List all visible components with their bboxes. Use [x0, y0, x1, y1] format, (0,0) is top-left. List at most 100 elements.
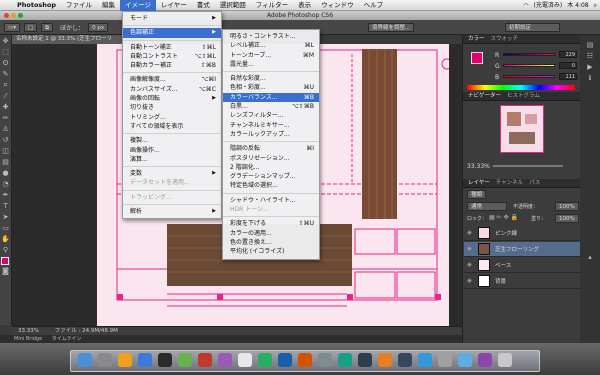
- channel-b-value[interactable]: 111: [559, 73, 577, 80]
- menu-1[interactable]: 編集: [97, 0, 120, 11]
- minimize-window-icon[interactable]: [11, 13, 16, 18]
- blend-mode-select[interactable]: 通常: [467, 202, 507, 211]
- shape-tool-icon[interactable]: ▭: [1, 224, 10, 233]
- image-menu-item[interactable]: モード ▶: [123, 14, 221, 23]
- tab-color[interactable]: カラー: [468, 35, 485, 43]
- menu-6[interactable]: フィルター: [251, 0, 293, 11]
- image-menu-item[interactable]: 変数 ▶: [123, 169, 221, 178]
- layer-row[interactable]: ◉ ピンク線: [464, 226, 580, 241]
- image-menu-item[interactable]: 複製...: [123, 136, 221, 145]
- tab-swatches[interactable]: スウォッチ: [491, 35, 519, 43]
- new-selection-icon[interactable]: ▢: [23, 22, 38, 32]
- quick-select-tool-icon[interactable]: ✎: [1, 70, 10, 79]
- menu-0[interactable]: ファイル: [61, 0, 97, 11]
- fg-bg-color-swatch[interactable]: [471, 52, 483, 64]
- image-menu-item[interactable]: カンバスサイズ... ⌥⌘C: [123, 85, 221, 94]
- adjust-menu-item[interactable]: グラデーションマップ...: [223, 172, 319, 181]
- stamp-tool-icon[interactable]: ♙: [1, 125, 10, 134]
- healing-brush-icon[interactable]: ✚: [1, 103, 10, 112]
- image-menu-item[interactable]: 画像操作...: [123, 146, 221, 155]
- tab-channels[interactable]: チャンネル: [496, 179, 523, 187]
- actions-panel-icon[interactable]: ▶: [586, 63, 595, 72]
- dock-app-icon[interactable]: [158, 353, 172, 367]
- channel-b-slider[interactable]: [503, 75, 555, 78]
- channel-r-value[interactable]: 229: [559, 51, 577, 58]
- image-menu-item[interactable]: 演算...: [123, 155, 221, 164]
- navigator-zoom-slider[interactable]: [493, 165, 563, 167]
- tab-navigator[interactable]: ナビゲーター: [468, 92, 501, 100]
- spotlight-search-icon[interactable]: ⌕: [594, 0, 597, 11]
- lasso-tool-icon[interactable]: ʘ: [1, 59, 10, 68]
- visibility-eye-icon[interactable]: ◉: [464, 230, 475, 236]
- path-select-tool-icon[interactable]: ➤: [1, 213, 10, 222]
- image-menu-item[interactable]: すべての領域を表示: [123, 122, 221, 131]
- menu-7[interactable]: 表示: [293, 0, 316, 11]
- dock-app-icon[interactable]: [418, 353, 432, 367]
- adjust-menu-item[interactable]: 平均化 (イコライズ): [223, 247, 319, 256]
- dock-app-icon[interactable]: [98, 353, 112, 367]
- dock-app-icon[interactable]: [398, 353, 412, 367]
- opacity-input[interactable]: 100%: [555, 202, 579, 211]
- adjust-menu-item[interactable]: 色の置き換え...: [223, 238, 319, 247]
- image-menu-item[interactable]: 画像の回転 ▶: [123, 94, 221, 103]
- image-menu-item[interactable]: 自動コントラスト ⌥⇧⌘L: [123, 52, 221, 61]
- adjust-menu-item[interactable]: 彩度を下げる ⇧⌘U: [223, 219, 319, 228]
- dodge-tool-icon[interactable]: ◔: [1, 180, 10, 189]
- dock-app-icon[interactable]: [238, 353, 252, 367]
- add-selection-icon[interactable]: ⧉: [41, 22, 54, 32]
- adjust-menu-item[interactable]: 白黒... ⌥⇧⌘B: [223, 102, 319, 111]
- dock-app-icon[interactable]: [458, 353, 472, 367]
- dock-app-icon[interactable]: [278, 353, 292, 367]
- dock-app-icon[interactable]: [138, 353, 152, 367]
- adjust-menu-item[interactable]: カラーバランス... ⌘B: [223, 92, 319, 103]
- adjust-menu-item[interactable]: 自然な彩度...: [223, 74, 319, 83]
- layer-row[interactable]: ◉ 芝生フローリング: [464, 242, 580, 257]
- move-tool-icon[interactable]: ✥: [1, 37, 10, 46]
- adjust-menu-item[interactable]: 2 階調化...: [223, 163, 319, 172]
- history-brush-icon[interactable]: ↺: [1, 136, 10, 145]
- adjust-menu-item[interactable]: カラールックアップ...: [223, 130, 319, 139]
- color-ramp[interactable]: [467, 85, 575, 90]
- adjust-menu-item[interactable]: トーンカーブ... ⌘M: [223, 51, 319, 60]
- dock-app-icon[interactable]: [78, 353, 92, 367]
- menu-2[interactable]: イメージ: [120, 0, 156, 11]
- tab-mini-bridge[interactable]: Mini Bridge: [14, 336, 42, 342]
- menu-5[interactable]: 選択範囲: [215, 0, 251, 11]
- eraser-tool-icon[interactable]: ◫: [1, 147, 10, 156]
- lock-icons[interactable]: ▦ ✏ ✥ 🔒: [489, 214, 518, 221]
- navigator-zoom[interactable]: 33.33%: [467, 163, 490, 170]
- tab-layers[interactable]: レイヤー: [468, 179, 490, 187]
- image-menu-item[interactable]: 解析 ▶: [123, 207, 221, 216]
- visibility-eye-icon[interactable]: ◉: [464, 246, 475, 252]
- adjust-menu-item[interactable]: チャンネルミキサー...: [223, 121, 319, 130]
- image-menu-item[interactable]: トリミング...: [123, 113, 221, 122]
- adjust-menu-item[interactable]: 特定色域の選択...: [223, 181, 319, 190]
- marquee-tool-icon[interactable]: ⬚: [1, 48, 10, 57]
- apple-icon[interactable]: [0, 0, 12, 11]
- channel-r-slider[interactable]: [503, 53, 555, 56]
- crop-tool-icon[interactable]: ⌗: [1, 81, 10, 90]
- dock-app-icon[interactable]: [358, 353, 372, 367]
- scroll-up-icon[interactable]: ▴: [586, 253, 595, 262]
- menu-app-photoshop[interactable]: Photoshop: [12, 0, 61, 11]
- image-menu-item[interactable]: 自動カラー補正 ⇧⌘B: [123, 61, 221, 70]
- hand-tool-icon[interactable]: ✋: [1, 235, 10, 244]
- close-window-icon[interactable]: [4, 13, 9, 18]
- history-panel-icon[interactable]: ▤: [586, 41, 595, 50]
- properties-panel-icon[interactable]: ☷: [586, 52, 595, 61]
- dock-app-icon[interactable]: [298, 353, 312, 367]
- tab-timeline[interactable]: タイムライン: [52, 336, 82, 342]
- visibility-eye-icon[interactable]: ◉: [464, 278, 475, 284]
- adjust-menu-item[interactable]: レンズフィルター...: [223, 111, 319, 120]
- adjust-menu-item[interactable]: 階調の反転 ⌘I: [223, 144, 319, 153]
- adjust-menu-item[interactable]: カラーの適用...: [223, 229, 319, 238]
- quick-mask-icon[interactable]: ◙: [1, 267, 10, 276]
- channel-g-slider[interactable]: [503, 64, 555, 67]
- refine-edge-button[interactable]: 境界線を調整...: [368, 23, 415, 32]
- adjust-menu-item[interactable]: シャドウ・ハイライト...: [223, 196, 319, 205]
- adjust-menu-item[interactable]: 明るさ・コントラスト...: [223, 32, 319, 41]
- blur-input[interactable]: 0 px: [88, 22, 109, 32]
- dock-app-icon[interactable]: [318, 353, 332, 367]
- tab-paths[interactable]: パス: [529, 179, 540, 187]
- visibility-eye-icon[interactable]: ◉: [464, 262, 475, 268]
